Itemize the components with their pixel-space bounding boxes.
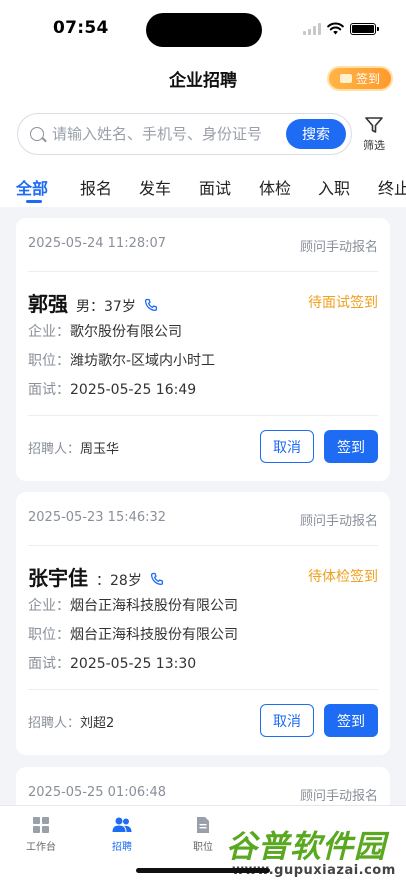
signup-source: 顾问手动报名 [299,240,378,255]
people-icon [112,817,132,832]
checkin-icon [339,74,352,83]
candidate-meta: ：28岁 [96,573,142,589]
candidate-card[interactable]: 2025-05-23 15:46:32 顾问手动报名 张宇佳 ：28岁 待体检签… [16,492,390,755]
tabbar-label-recruit: 招聘 [112,842,132,853]
company-value: 歌尔股份有限公司 [70,324,182,340]
document-icon [197,817,209,833]
interview-value: 2025-05-25 13:30 [70,656,197,672]
filter-label: 筛选 [363,139,385,152]
tabbar-label-workbench: 工作台 [26,842,56,853]
candidate-info: 张宇佳 ：28岁 [28,562,164,591]
cancel-button[interactable]: 取消 [260,430,314,463]
recruiter-value: 刘超2 [80,716,115,731]
tabbar-label-positions: 职位 [193,842,213,853]
signup-source: 顾问手动报名 [299,789,378,804]
position-row: 职位：烟台正海科技股份有限公司 [28,624,238,644]
signin-button[interactable]: 签到 [324,430,378,463]
interview-row: 面试：2025-05-25 16:49 [28,379,196,399]
battery-icon [350,22,379,35]
candidate-name: 郭强 [28,292,68,316]
phone-icon[interactable] [144,298,158,312]
signin-button[interactable]: 签到 [327,66,393,91]
interview-label: 面试： [28,382,70,398]
grid-icon [33,817,49,833]
search-input[interactable] [52,114,282,154]
tabbar-item-recruit[interactable]: 招聘 [92,816,152,853]
dynamic-island [146,13,262,47]
tab-signup[interactable]: 报名 [80,175,112,199]
candidate-info: 郭强 男：37岁 [28,288,158,317]
signup-time: 2025-05-25 01:06:48 [28,785,167,800]
position-value: 潍坊歌尔-区域内小时工 [70,353,216,369]
company-row: 企业：歌尔股份有限公司 [28,321,182,341]
signin-label: 签到 [355,72,380,86]
recruiter-value: 周玉华 [80,442,120,457]
card-footer: 招聘人：刘超2 取消 签到 [28,689,378,749]
interview-label: 面试： [28,656,70,672]
company-row: 企业：烟台正海科技股份有限公司 [28,595,238,615]
search-icon [30,127,44,141]
position-value: 烟台正海科技股份有限公司 [70,627,238,643]
card-header: 2025-05-24 11:28:07 顾问手动报名 [28,218,378,272]
status-tabs: 全部 报名 发车 面试 体检 入职 终止 [0,175,406,207]
signin-button[interactable]: 签到 [324,704,378,737]
interview-value: 2025-05-25 16:49 [70,382,197,398]
funnel-icon [365,117,383,133]
tab-interview[interactable]: 面试 [199,175,231,199]
signup-time: 2025-05-24 11:28:07 [28,236,167,251]
status-badge: 待体检签到 [308,569,378,585]
tab-departure[interactable]: 发车 [139,175,171,199]
company-label: 企业： [28,324,70,340]
status-bar: 07:54 [0,0,406,58]
status-icons [303,22,379,35]
signup-time: 2025-05-23 15:46:32 [28,510,167,525]
tab-checkup[interactable]: 体检 [259,175,291,199]
position-label: 职位： [28,353,70,369]
signup-source: 顾问手动报名 [299,514,378,529]
company-value: 烟台正海科技股份有限公司 [70,598,238,614]
tabbar-item-workbench[interactable]: 工作台 [11,816,71,853]
search-button[interactable]: 搜索 [286,119,346,149]
top-area: 07:54 企业招聘 签到 搜索 筛选 全部 报名 发车 [0,0,406,207]
recruiter: 招聘人：刘超2 [28,712,114,731]
phone-icon[interactable] [150,572,164,586]
status-time: 07:54 [53,18,109,38]
tab-all[interactable]: 全部 [16,175,48,199]
recruiter-label: 招聘人： [28,442,81,457]
company-label: 企业： [28,598,70,614]
tab-terminated[interactable]: 终止 [378,175,406,199]
candidate-name: 张宇佳 [28,566,88,590]
filter-button[interactable]: 筛选 [360,115,388,153]
recruiter-label: 招聘人： [28,716,81,731]
tab-onboard[interactable]: 入职 [318,175,350,199]
candidate-card[interactable]: 2025-05-24 11:28:07 顾问手动报名 郭强 男：37岁 待面试签… [16,218,390,481]
search-bar: 搜索 [17,113,352,155]
card-header: 2025-05-23 15:46:32 顾问手动报名 [28,492,378,546]
watermark-title: 谷普软件园 [226,829,386,865]
position-label: 职位： [28,627,70,643]
active-tab-indicator [26,200,42,203]
wifi-icon [327,22,344,35]
cancel-button[interactable]: 取消 [260,704,314,737]
status-badge: 待面试签到 [308,295,378,311]
interview-row: 面试：2025-05-25 13:30 [28,653,196,673]
position-row: 职位：潍坊歌尔-区域内小时工 [28,350,215,370]
candidate-meta: 男：37岁 [76,299,136,315]
recruiter: 招聘人：周玉华 [28,438,119,457]
signal-icon [303,22,321,35]
card-footer: 招聘人：周玉华 取消 签到 [28,415,378,475]
home-indicator [136,868,270,873]
